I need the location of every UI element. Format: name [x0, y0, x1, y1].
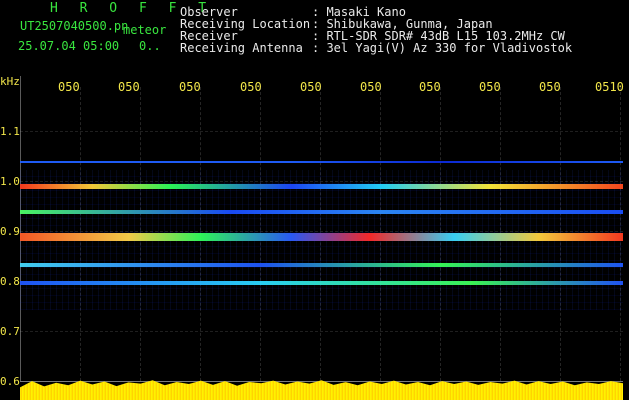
grid-horizontal-1	[20, 131, 623, 132]
grid-horizontal-5	[20, 331, 623, 332]
signal-band-1	[20, 161, 623, 163]
yellow-noise-floor	[20, 380, 623, 400]
file-name: UT2507040500.pn	[20, 19, 129, 33]
y-tick-6: 0.6	[0, 375, 20, 388]
counter: 0..	[139, 39, 161, 53]
y-unit-label: kHz	[0, 75, 20, 88]
antenna-value: : 3el Yagi(V) Az 330 for Vladivostok	[312, 41, 573, 55]
signal-band-5	[20, 263, 623, 267]
y-tick-1: 1.1	[0, 125, 20, 138]
antenna-label: Receiving Antenna	[180, 41, 303, 55]
signal-band-6	[20, 281, 623, 285]
signal-band-3	[20, 210, 623, 214]
y-tick-3: 0.9	[0, 225, 20, 238]
y-tick-5: 0.7	[0, 325, 20, 338]
y-tick-2: 1.0	[0, 175, 20, 188]
date-time: 25.07.04 05:00	[18, 39, 120, 53]
meteor-label: meteor	[123, 23, 167, 37]
y-tick-4: 0.8	[0, 275, 20, 288]
signal-band-4	[20, 233, 623, 241]
signal-band-2	[20, 184, 623, 189]
